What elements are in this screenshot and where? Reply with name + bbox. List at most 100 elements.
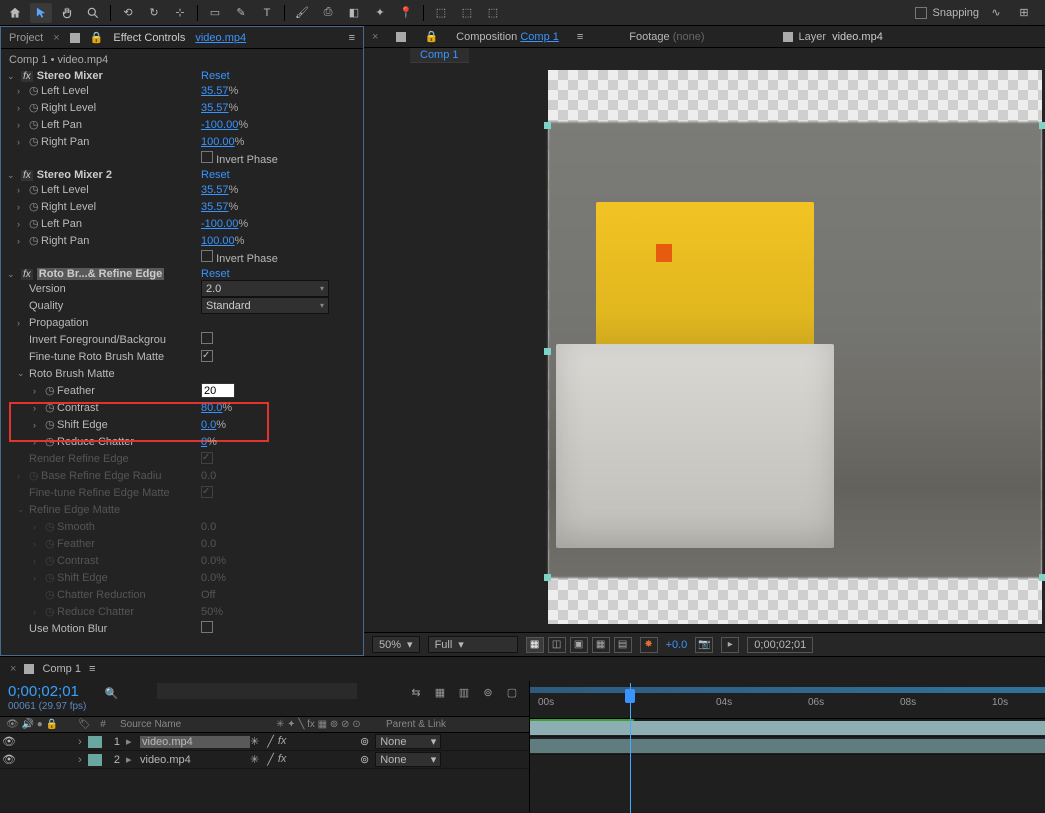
- roto-matte-header[interactable]: Roto Brush Matte: [29, 368, 115, 380]
- snapshot-icon[interactable]: 📷: [695, 637, 713, 653]
- resize-handle[interactable]: [1039, 122, 1045, 129]
- value-shift-edge[interactable]: 0.0: [201, 419, 216, 431]
- eraser-tool-icon[interactable]: ◧: [343, 3, 365, 23]
- pin-tool-icon[interactable]: 📍: [395, 3, 417, 23]
- search-icon[interactable]: 🔍: [105, 687, 119, 700]
- playhead[interactable]: [625, 689, 635, 703]
- effect-stereo-mixer-2[interactable]: ⌄fx Stereo Mixer 2 Reset: [7, 169, 357, 181]
- mask-view-icon[interactable]: ◫: [548, 637, 566, 653]
- close-tab-icon[interactable]: ×: [53, 32, 59, 44]
- resize-handle[interactable]: [1039, 574, 1045, 581]
- snapping-checkbox[interactable]: [915, 7, 927, 19]
- layer-color-tag[interactable]: [88, 754, 102, 766]
- guides-icon[interactable]: ▣: [570, 637, 588, 653]
- tab-layer[interactable]: Layer video.mp4: [783, 31, 883, 43]
- timeline-tracks[interactable]: 00s 04s 06s 08s 10s: [530, 681, 1045, 812]
- lock-icon[interactable]: 🔒: [424, 30, 438, 43]
- orbit-tool-icon[interactable]: ⟲: [117, 3, 139, 23]
- value-left-level[interactable]: 35.57: [201, 85, 229, 97]
- panel-menu-icon[interactable]: ≡: [577, 31, 583, 43]
- tl-icon-4[interactable]: ⊚: [479, 683, 497, 701]
- tl-icon-3[interactable]: ▥: [455, 683, 473, 701]
- resize-handle[interactable]: [544, 348, 551, 355]
- comp-subtab[interactable]: Comp 1: [410, 48, 469, 63]
- layer-name[interactable]: video.mp4: [140, 754, 250, 766]
- zoom-tool-icon[interactable]: [82, 3, 104, 23]
- tl-icon-5[interactable]: ▢: [503, 683, 521, 701]
- panel-menu-icon[interactable]: ≡: [349, 32, 355, 44]
- preview-timecode[interactable]: 0;00;02;01: [747, 637, 813, 653]
- snap-grid-icon[interactable]: ⊞: [1013, 3, 1035, 23]
- brush-tool-icon[interactable]: 🖌: [291, 3, 313, 23]
- layer-color-tag[interactable]: [88, 736, 102, 748]
- selection-tool-icon[interactable]: [30, 3, 52, 23]
- show-snapshot-icon[interactable]: ▸: [721, 637, 739, 653]
- rect-tool-icon[interactable]: ▭: [204, 3, 226, 23]
- version-dropdown[interactable]: 2.0▾: [201, 280, 329, 297]
- panel-menu-icon[interactable]: ≡: [89, 663, 95, 675]
- world-axis-icon[interactable]: ⬚: [456, 3, 478, 23]
- resolution-dropdown[interactable]: Full▾: [428, 636, 518, 653]
- visibility-icon[interactable]: 👁: [0, 753, 18, 766]
- timeline-timecode[interactable]: 0;00;02;01: [8, 683, 79, 700]
- tab-project[interactable]: Project: [9, 32, 43, 44]
- resize-handle[interactable]: [544, 574, 551, 581]
- tab-composition[interactable]: Composition Comp 1: [456, 31, 559, 43]
- chevron-right-icon[interactable]: ›: [17, 86, 27, 96]
- timeline-tab[interactable]: Comp 1: [42, 663, 81, 675]
- layer-row[interactable]: 👁 › 2 ▸ video.mp4 ✳╱fx ⊚None▾: [0, 751, 529, 769]
- stamp-tool-icon[interactable]: ⎙: [317, 3, 339, 23]
- roto-tool-icon[interactable]: ✦: [369, 3, 391, 23]
- prop-propagation[interactable]: Propagation: [29, 317, 88, 329]
- effect-controls-source[interactable]: video.mp4: [195, 32, 246, 44]
- link-icon[interactable]: ⊚: [360, 735, 369, 748]
- tab-footage[interactable]: Footage (none): [629, 31, 704, 43]
- resize-handle[interactable]: [544, 122, 551, 129]
- tl-icon-2[interactable]: ▦: [431, 683, 449, 701]
- transparency-grid-icon[interactable]: ▦: [526, 637, 544, 653]
- invert-phase-checkbox[interactable]: [201, 151, 213, 163]
- reset-link[interactable]: Reset: [201, 268, 230, 280]
- value-right-level[interactable]: 35.57: [201, 102, 229, 114]
- quality-dropdown[interactable]: Standard▾: [201, 297, 329, 314]
- view-axis-icon[interactable]: ⬚: [482, 3, 504, 23]
- channel-icon[interactable]: ▤: [614, 637, 632, 653]
- search-input[interactable]: [157, 683, 357, 699]
- value-right-pan[interactable]: 100.00: [201, 136, 235, 148]
- feather-input[interactable]: [201, 383, 235, 398]
- reset-link[interactable]: Reset: [201, 169, 230, 181]
- finetune-rbm-checkbox[interactable]: [201, 350, 213, 362]
- hand-tool-icon[interactable]: [56, 3, 78, 23]
- grid-icon[interactable]: ▦: [592, 637, 610, 653]
- parent-dropdown[interactable]: None▾: [375, 734, 441, 749]
- invert-fg-checkbox[interactable]: [201, 332, 213, 344]
- link-icon[interactable]: ⊚: [360, 753, 369, 766]
- effect-stereo-mixer[interactable]: ⌄ fx Stereo Mixer Reset: [7, 70, 357, 82]
- motion-blur-checkbox[interactable]: [201, 621, 213, 633]
- pen-tool-icon[interactable]: ✎: [230, 3, 252, 23]
- effect-roto-brush[interactable]: ⌄fx Roto Br...& Refine Edge Reset: [7, 268, 357, 280]
- close-tab-icon[interactable]: ×: [10, 663, 16, 675]
- rotate-tool-icon[interactable]: ↻: [143, 3, 165, 23]
- exposure-value[interactable]: +0.0: [666, 639, 688, 651]
- value-left-pan[interactable]: -100.00: [201, 119, 238, 131]
- tl-icon-1[interactable]: ⇆: [407, 683, 425, 701]
- close-panel-icon[interactable]: ×: [372, 31, 378, 43]
- layer-row[interactable]: 👁 › 1 ▸ video.mp4 ✳╱fx ⊚None▾: [0, 733, 529, 751]
- local-axis-icon[interactable]: ⬚: [430, 3, 452, 23]
- chevron-right-icon[interactable]: ›: [72, 736, 88, 748]
- parent-dropdown[interactable]: None▾: [375, 752, 441, 767]
- home-icon[interactable]: [4, 3, 26, 23]
- tab-effect-controls[interactable]: Effect Controls: [113, 32, 185, 44]
- text-tool-icon[interactable]: T: [256, 3, 278, 23]
- snap-mode-icon[interactable]: ∿: [985, 3, 1007, 23]
- layer-name[interactable]: video.mp4: [140, 736, 250, 748]
- reset-link[interactable]: Reset: [201, 70, 230, 82]
- value-contrast[interactable]: 80.0: [201, 402, 222, 414]
- zoom-dropdown[interactable]: 50%▾: [372, 636, 420, 653]
- stopwatch-icon[interactable]: ◷: [29, 84, 41, 97]
- anchor-tool-icon[interactable]: ⊹: [169, 3, 191, 23]
- chevron-down-icon[interactable]: ⌄: [7, 71, 17, 82]
- color-mgmt-icon[interactable]: ✸: [640, 637, 658, 653]
- lock-icon[interactable]: 🔒: [90, 31, 104, 44]
